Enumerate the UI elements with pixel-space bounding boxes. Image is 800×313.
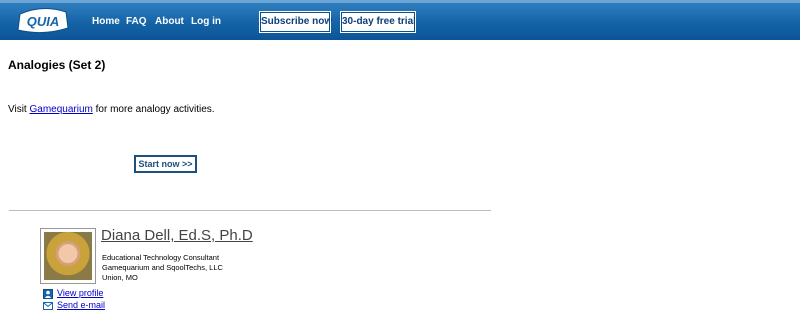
visit-suffix: for more analogy activities. bbox=[92, 104, 215, 115]
author-location: Union, MO bbox=[102, 273, 138, 282]
gamequarium-link[interactable]: Gamequarium bbox=[30, 104, 93, 115]
svg-text:QUIA: QUIA bbox=[27, 14, 60, 29]
author-name[interactable]: Diana Dell, Ed.S, Ph.D bbox=[101, 227, 253, 244]
send-email-link[interactable]: Send e-mail bbox=[57, 300, 105, 310]
divider bbox=[9, 210, 491, 211]
author-role: Educational Technology Consultant bbox=[102, 253, 220, 262]
free-trial-button[interactable]: 30-day free trial bbox=[340, 11, 416, 33]
quia-logo[interactable]: QUIA bbox=[16, 6, 70, 36]
avatar[interactable] bbox=[40, 228, 96, 284]
subscribe-button[interactable]: Subscribe now bbox=[259, 11, 332, 33]
start-now-button[interactable]: Start now >> bbox=[134, 155, 197, 173]
email-icon bbox=[43, 302, 53, 310]
send-email-row: Send e-mail bbox=[43, 300, 163, 312]
nav-home[interactable]: Home bbox=[92, 16, 120, 27]
nav-about[interactable]: About bbox=[155, 16, 184, 27]
nav-login[interactable]: Log in bbox=[191, 16, 221, 27]
author-photo bbox=[44, 232, 92, 280]
visit-prefix: Visit bbox=[8, 104, 30, 115]
nav-faq[interactable]: FAQ bbox=[126, 16, 147, 27]
view-profile-link[interactable]: View profile bbox=[57, 288, 103, 298]
profile-icon bbox=[43, 289, 53, 299]
top-navigation-bar: QUIA Home FAQ About Log in Subscribe now… bbox=[0, 0, 800, 40]
visit-message: Visit Gamequarium for more analogy activ… bbox=[8, 104, 215, 115]
view-profile-row: View profile bbox=[43, 288, 163, 300]
author-organization: Gamequarium and SqoolTechs, LLC bbox=[102, 263, 223, 272]
page-title: Analogies (Set 2) bbox=[8, 58, 106, 72]
